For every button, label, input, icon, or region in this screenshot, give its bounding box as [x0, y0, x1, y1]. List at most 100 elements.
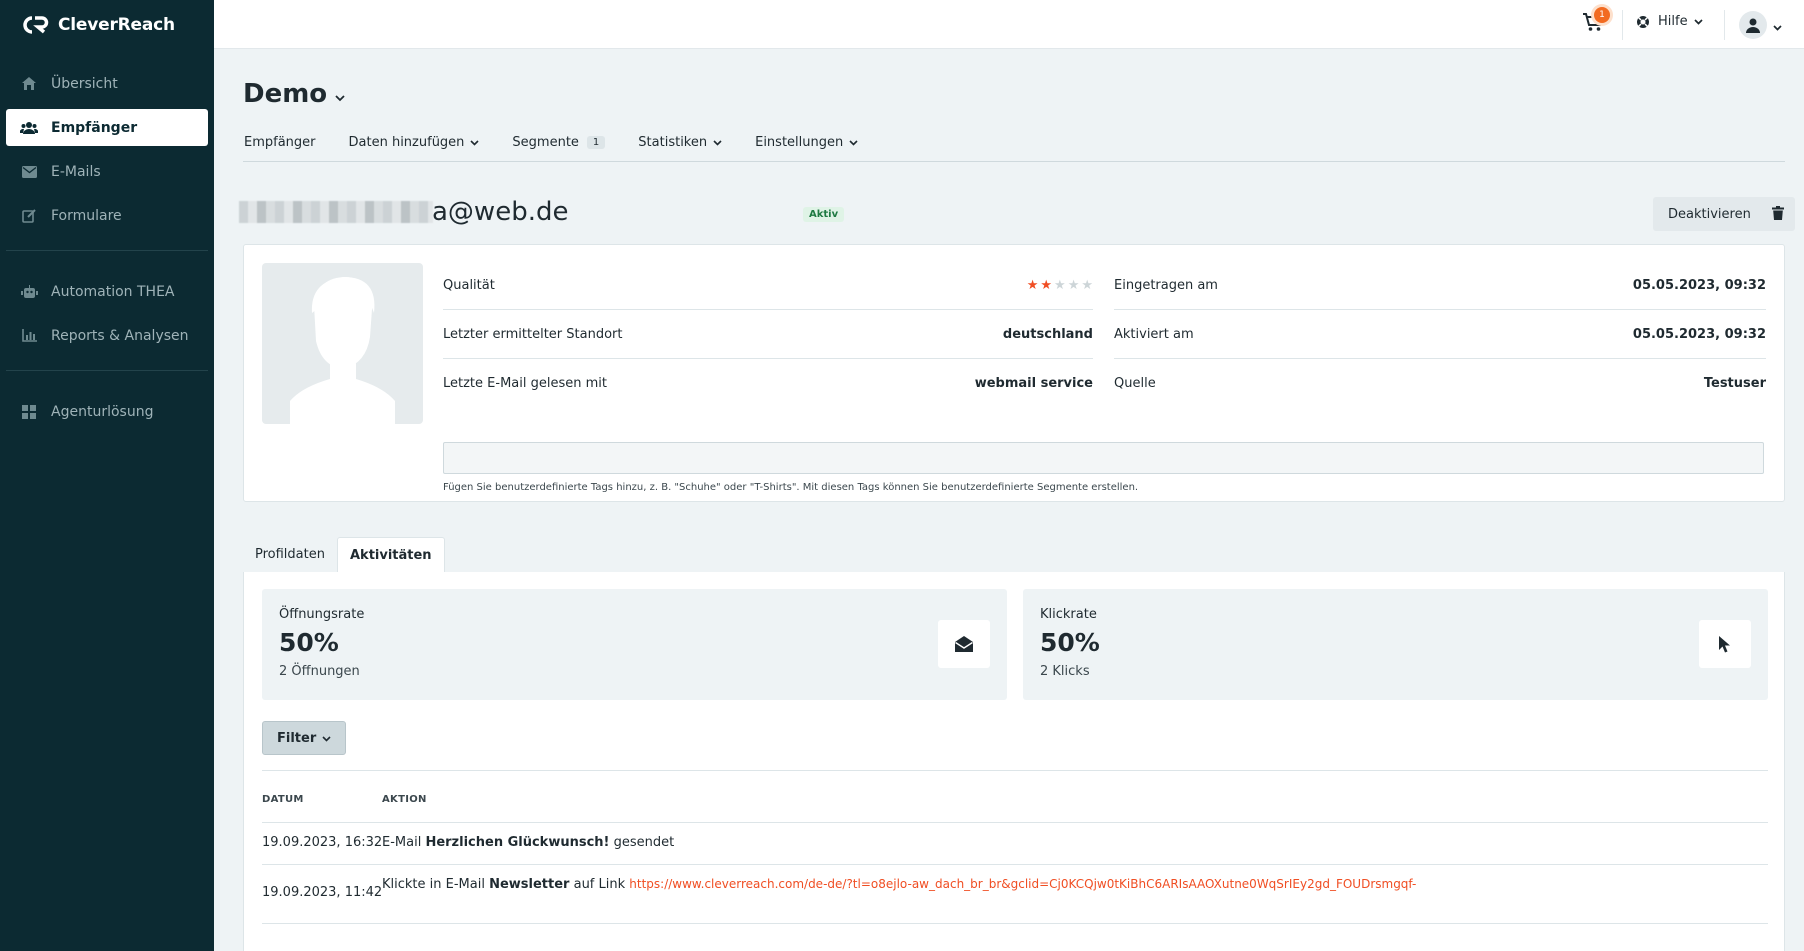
envelope-icon [20, 163, 38, 181]
subnav-empfaenger[interactable]: Empfänger [243, 133, 316, 151]
chevron-down-icon [849, 135, 858, 150]
stat-value: 50% [279, 628, 339, 657]
stat-label: Öffnungsrate [279, 607, 365, 622]
cleverreach-logo-icon [20, 15, 52, 35]
info-value: Testuser [1703, 376, 1766, 391]
subnav-einstellungen[interactable]: Einstellungen [754, 133, 858, 151]
profile-placeholder-avatar [262, 263, 423, 424]
action-link[interactable]: https://www.cleverreach.com/de-de/?tl=o8… [629, 877, 1416, 891]
envelope-open-icon [938, 620, 990, 668]
subnav-segmente[interactable]: Segmente 1 [511, 133, 606, 151]
sidebar-item-label: Formulare [51, 207, 122, 224]
subnav-statistiken[interactable]: Statistiken [637, 133, 722, 151]
info-label: Letzter ermittelter Standort [443, 326, 623, 342]
stat-card-open-rate: Öffnungsrate 50% 2 Öffnungen [262, 589, 1007, 700]
main-content: Demo Empfänger Daten hinzufügen Segmente… [214, 49, 1804, 951]
action-email-name: Herzlichen Glückwunsch! [425, 835, 610, 850]
help-label: Hilfe [1658, 14, 1688, 29]
sidebar-item-empfaenger[interactable]: Empfänger [6, 109, 208, 146]
subnav-label: Einstellungen [755, 134, 844, 150]
profile-card: Qualität ★ ★ ★ ★ ★ Letzter ermittelter S… [243, 244, 1785, 502]
info-row-registered: Eingetragen am 05.05.2023, 09:32 [1114, 261, 1766, 310]
tags-input[interactable] [443, 442, 1764, 474]
sidebar-divider [6, 370, 208, 371]
page-title[interactable]: Demo [243, 79, 345, 109]
column-header-action: AKTION [382, 794, 427, 805]
sidebar-item-automation-thea[interactable]: Automation THEA [6, 273, 208, 310]
chevron-down-icon [470, 135, 479, 150]
row-date: 19.09.2023, 16:32 [262, 835, 383, 850]
sidebar-item-label: Reports & Analysen [51, 327, 189, 344]
topbar: 1 Hilfe [214, 0, 1804, 49]
sidebar-item-label: Automation THEA [51, 283, 175, 300]
edit-form-icon [20, 207, 38, 225]
sidebar-item-label: Übersicht [51, 75, 118, 92]
sidebar-item-agenturloesung[interactable]: Agenturlösung [6, 393, 208, 430]
filter-button[interactable]: Filter [262, 721, 347, 755]
row-action: E-Mail Herzlichen Glückwunsch! gesendet [382, 835, 674, 850]
brand-logo[interactable]: CleverReach [0, 0, 214, 49]
divider [262, 923, 1768, 924]
sidebar-divider [6, 250, 208, 251]
chevron-down-icon [322, 731, 331, 746]
sidebar-item-label: Agenturlösung [51, 403, 154, 420]
tab-profildaten[interactable]: Profildaten [243, 537, 337, 572]
sidebar-item-label: Empfänger [51, 119, 138, 136]
star-filled-icon: ★ [1040, 277, 1053, 293]
chevron-down-icon [335, 79, 345, 109]
status-badge: Aktiv [803, 207, 845, 222]
users-icon [20, 119, 38, 137]
star-empty-icon: ★ [1067, 277, 1080, 293]
row-date: 19.09.2023, 11:42 [262, 885, 383, 900]
info-row-mail-client: Letzte E-Mail gelesen mit webmail servic… [443, 359, 1093, 408]
star-empty-icon: ★ [1081, 277, 1093, 293]
bar-chart-icon [20, 327, 38, 345]
activity-panel: Öffnungsrate 50% 2 Öffnungen Klickrate 5… [243, 572, 1785, 951]
sidebar-item-reports[interactable]: Reports & Analysen [6, 317, 208, 354]
filter-label: Filter [277, 730, 317, 746]
stat-label: Klickrate [1040, 607, 1097, 622]
stat-card-click-rate: Klickrate 50% 2 Klicks [1023, 589, 1768, 700]
stat-sub: 2 Klicks [1040, 664, 1090, 679]
delete-button[interactable] [1761, 197, 1795, 231]
quality-rating: ★ ★ ★ ★ ★ [1027, 279, 1093, 292]
subnav-label: Statistiken [638, 134, 708, 150]
star-filled-icon: ★ [1026, 277, 1039, 293]
help-menu[interactable]: Hilfe [1636, 14, 1703, 29]
star-empty-icon: ★ [1054, 277, 1066, 293]
divider [262, 822, 1768, 823]
contact-email: a@web.de [432, 197, 569, 227]
subnav-label: Empfänger [244, 134, 316, 150]
contact-header: a@web.de Aktiv Deaktivieren [239, 197, 1795, 237]
sidebar-item-uebersicht[interactable]: Übersicht [6, 65, 208, 102]
action-email-name: Newsletter [489, 877, 570, 892]
sidebar-item-emails[interactable]: E-Mails [6, 153, 208, 190]
tags-hint: Fügen Sie benutzerdefinierte Tags hinzu,… [443, 482, 1139, 493]
subnav-daten-hinzufuegen[interactable]: Daten hinzufügen [348, 133, 480, 151]
info-value: webmail service [974, 376, 1093, 391]
sidebar-item-label: E-Mails [51, 163, 101, 180]
grid-icon [20, 403, 38, 421]
row-action: Klickte in E-Mail Newsletter auf Link ht… [382, 877, 1416, 892]
action-text: gesendet [609, 835, 675, 850]
brand-name: CleverReach [58, 14, 175, 35]
cursor-icon [1699, 620, 1751, 668]
chevron-down-icon [1693, 14, 1703, 29]
user-menu[interactable] [1739, 11, 1782, 39]
info-row-source: Quelle Testuser [1114, 359, 1766, 408]
profile-info-left: Qualität ★ ★ ★ ★ ★ Letzter ermittelter S… [443, 261, 1093, 408]
lifebuoy-icon [1636, 15, 1650, 29]
tab-aktivitaeten[interactable]: Aktivitäten [336, 537, 445, 572]
profile-info-right: Eingetragen am 05.05.2023, 09:32 Aktivie… [1114, 261, 1766, 408]
info-value: 05.05.2023, 09:32 [1632, 277, 1766, 293]
deactivate-button[interactable]: Deaktivieren [1653, 197, 1766, 231]
chevron-down-icon [713, 135, 722, 150]
sidebar-item-formulare[interactable]: Formulare [6, 197, 208, 234]
subnav-label: Daten hinzufügen [348, 134, 465, 150]
info-row-activated: Aktiviert am 05.05.2023, 09:32 [1114, 310, 1766, 359]
email-redacted-mask [239, 201, 433, 223]
subnav-label: Segmente [512, 134, 579, 150]
divider [262, 864, 1768, 865]
sidebar-nav: Übersicht Empfänger E-Mails Formulare Au… [0, 65, 214, 430]
info-row-quality: Qualität ★ ★ ★ ★ ★ [443, 261, 1093, 310]
